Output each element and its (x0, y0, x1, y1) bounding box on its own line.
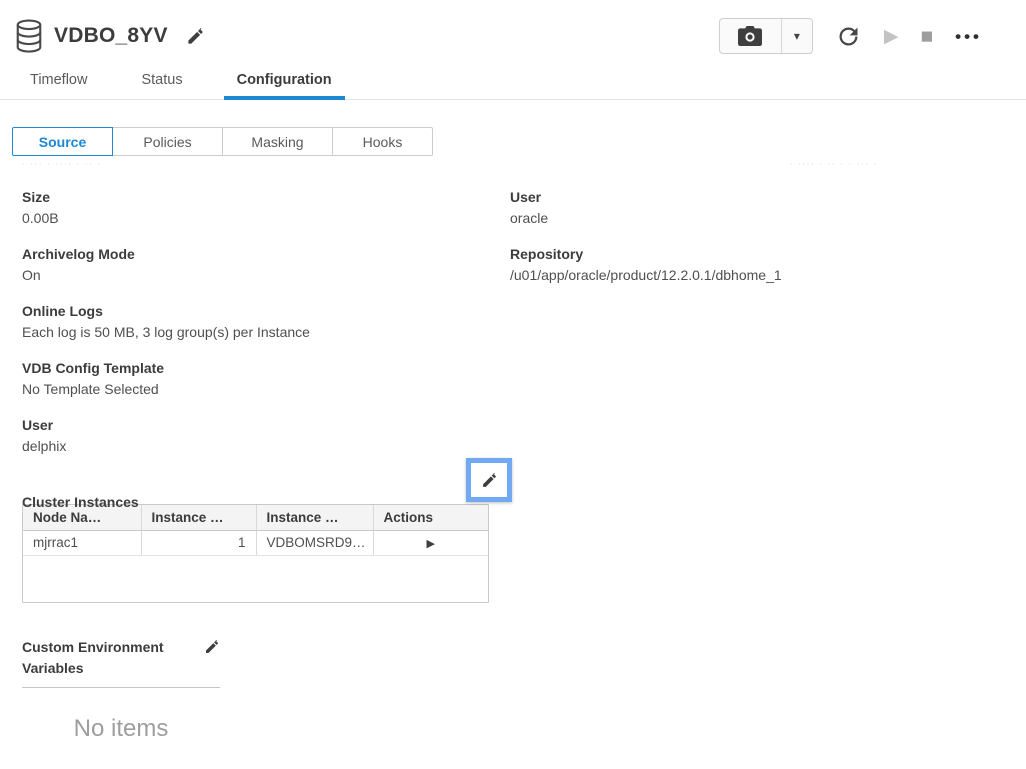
cell-instance-name: VDBOMSRD9… (256, 530, 373, 555)
subtab-masking[interactable]: Masking (223, 127, 333, 156)
field-value: /u01/app/oracle/product/12.2.0.1/dbhome_… (510, 265, 1026, 286)
field-label: Archivelog Mode (22, 244, 510, 265)
camera-icon (738, 26, 762, 46)
configuration-subtabs: Source Policies Masking Hooks (12, 127, 1026, 156)
field-label: Size (22, 187, 510, 208)
snapshot-camera-button[interactable] (720, 19, 782, 53)
field-value: delphix (22, 436, 510, 457)
custom-env-edit-button[interactable] (204, 637, 220, 679)
subtab-policies[interactable]: Policies (113, 127, 223, 156)
pencil-icon (481, 472, 498, 489)
col-instance-number: Instance … (141, 505, 256, 530)
cell-instance-number: 1 (141, 530, 256, 555)
more-actions-button[interactable]: ••• (955, 28, 982, 45)
refresh-icon (835, 23, 862, 50)
col-actions: Actions (373, 505, 488, 530)
stop-button[interactable]: ■ (920, 26, 933, 47)
cell-node-name: mjrrac1 (23, 530, 141, 555)
field-value: No Template Selected (22, 379, 510, 400)
field-repository: Repository /u01/app/oracle/product/12.2.… (510, 244, 1026, 286)
field-label: VDB Config Template (22, 358, 510, 379)
divider (22, 687, 220, 688)
stop-icon: ■ (920, 26, 933, 47)
snapshot-dropdown-caret[interactable]: ▾ (782, 19, 812, 53)
field-value: oracle (510, 208, 1026, 229)
field-vdb-config-template: VDB Config Template No Template Selected (22, 358, 510, 400)
page-title: VDBO_8YV (54, 24, 168, 48)
field-label: User (510, 187, 1026, 208)
play-icon: ▶ (884, 27, 899, 46)
field-user: User delphix (22, 415, 510, 457)
table-row: mjrrac1 1 VDBOMSRD9… ▶ (23, 530, 488, 555)
refresh-button[interactable] (835, 23, 862, 50)
main-tabs: Timeflow Status Configuration (0, 64, 1026, 100)
tab-timeflow[interactable]: Timeflow (30, 64, 87, 99)
ellipsis-icon: ••• (955, 28, 982, 45)
cluster-instances-table: Node Na… Instance … Instance … Actions m… (22, 504, 489, 603)
field-online-logs: Online Logs Each log is 50 MB, 3 log gro… (22, 301, 510, 343)
field-size: Size 0.00B (22, 187, 510, 229)
subtab-hooks[interactable]: Hooks (333, 127, 433, 156)
database-icon (14, 18, 44, 54)
source-panel: · ··· · ···· · ·· · · ···· · ·· · · ··· … (0, 161, 1026, 769)
start-button[interactable]: ▶ (884, 27, 899, 46)
caret-down-icon: ▾ (794, 29, 800, 43)
col-instance-name: Instance … (256, 505, 373, 530)
field-value: Each log is 50 MB, 3 log group(s) per In… (22, 322, 510, 343)
rename-edit-icon[interactable] (186, 27, 205, 46)
field-label: Repository (510, 244, 1026, 265)
empty-state-text: No items (22, 715, 220, 743)
toolbar: ▾ ▶ ■ ••• (719, 18, 982, 54)
page-header: VDBO_8YV ▾ (0, 0, 1026, 58)
field-archivelog-mode: Archivelog Mode On (22, 244, 510, 286)
custom-env-section: Custom Environment Variables No items (22, 637, 220, 769)
instance-start-icon[interactable]: ▶ (427, 538, 435, 550)
tab-status[interactable]: Status (141, 64, 182, 99)
field-user-os: User oracle (510, 187, 1026, 229)
pencil-icon (204, 639, 220, 655)
cluster-instances-edit-button[interactable] (466, 458, 512, 502)
field-value: 0.00B (22, 208, 510, 229)
custom-env-title: Custom Environment Variables (22, 637, 182, 679)
subtab-source[interactable]: Source (12, 127, 113, 156)
field-label: Online Logs (22, 301, 510, 322)
field-value: On (22, 265, 510, 286)
snapshot-split-button: ▾ (719, 18, 813, 54)
clipped-scrolled-text: · ··· · ···· · ·· · · ···· · ·· · · ··· … (22, 161, 1026, 171)
tab-configuration[interactable]: Configuration (237, 64, 332, 99)
field-label: User (22, 415, 510, 436)
